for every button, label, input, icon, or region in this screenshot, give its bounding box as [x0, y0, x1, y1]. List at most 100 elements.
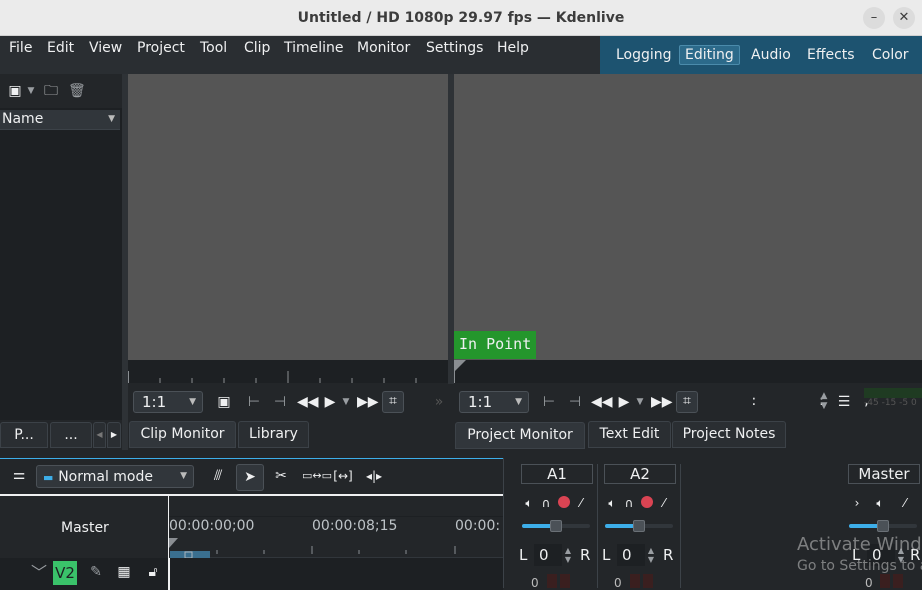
- forward-icon[interactable]: ▶▶: [651, 393, 673, 411]
- edit-mode-combo[interactable]: ▬ Normal mode ▼: [36, 465, 194, 488]
- track-effects-icon[interactable]: ✎: [86, 563, 106, 581]
- collapse-track-icon[interactable]: ﹀: [28, 564, 50, 582]
- play-options-icon[interactable]: ▼: [635, 393, 645, 411]
- solo-headphones-icon[interactable]: ∩: [539, 494, 553, 512]
- overflow-icon[interactable]: »: [433, 393, 445, 411]
- razor-tool-icon[interactable]: ✂: [271, 467, 291, 485]
- effects-wand-icon[interactable]: ⁄: [898, 494, 912, 512]
- track-settings-icon[interactable]: ⚌: [8, 466, 30, 484]
- roll-tool-icon[interactable]: ◂|▸: [364, 467, 384, 485]
- crop-icon[interactable]: ⌗: [676, 391, 698, 413]
- tab-project-notes[interactable]: Project Notes: [672, 421, 786, 448]
- channel-name: A1: [521, 464, 593, 484]
- slip-tool-icon[interactable]: ▭↔▭: [302, 467, 332, 485]
- timecode-spinner-icon[interactable]: ▲ ▼: [818, 391, 830, 411]
- close-icon: ✕: [898, 10, 910, 25]
- clip-monitor-tabs: Clip Monitor Library: [128, 420, 448, 450]
- crop-icon[interactable]: ⌗: [382, 391, 404, 413]
- tab-scroll-left[interactable]: ◀: [93, 422, 106, 448]
- tab-project-monitor[interactable]: Project Monitor: [455, 422, 585, 449]
- solo-headphones-icon[interactable]: ∩: [622, 494, 636, 512]
- set-out-point-icon[interactable]: ⊣: [271, 393, 289, 411]
- menu-settings[interactable]: Settings: [426, 40, 483, 56]
- channel-name: A2: [604, 464, 676, 484]
- project-zoom-combo[interactable]: 1:1 ▼: [459, 391, 529, 413]
- project-zoom-value: 1:1: [468, 393, 493, 411]
- play-icon[interactable]: ▶: [322, 393, 338, 411]
- record-icon[interactable]: [558, 496, 570, 508]
- menu-tool[interactable]: Tool: [200, 40, 227, 56]
- clip-monitor-ruler[interactable]: [128, 360, 448, 383]
- pan-spinbox[interactable]: 0: [534, 544, 562, 566]
- menu-file[interactable]: File: [9, 40, 32, 56]
- layout-logging[interactable]: Logging: [611, 46, 677, 66]
- menu-edit[interactable]: Edit: [47, 40, 74, 56]
- layout-audio[interactable]: Audio: [746, 46, 796, 66]
- layout-color[interactable]: Color: [867, 46, 914, 66]
- pan-spinner-icon[interactable]: ▲ ▼: [646, 546, 656, 564]
- pan-spinbox[interactable]: 0: [617, 544, 645, 566]
- vu-meter-left: [630, 574, 640, 588]
- project-monitor-view[interactable]: [454, 74, 922, 360]
- timeline-ruler[interactable]: 00:00:00;00 00:00:08;15 00:00:: [168, 496, 503, 558]
- ripple-tool-icon[interactable]: [↔]: [333, 467, 353, 485]
- menu-timeline[interactable]: Timeline: [284, 40, 344, 56]
- spacer-tool-icon[interactable]: ⫻: [208, 467, 228, 485]
- expand-icon[interactable]: ›: [851, 494, 863, 512]
- mute-icon[interactable]: 🔈︎: [605, 494, 619, 512]
- clip-mode-icon[interactable]: ▣: [215, 393, 233, 411]
- record-icon[interactable]: [641, 496, 653, 508]
- menu-monitor[interactable]: Monitor: [357, 40, 410, 56]
- video-toggle-icon[interactable]: ▦: [114, 563, 134, 581]
- layout-editing[interactable]: Editing: [679, 45, 740, 65]
- project-monitor-ruler[interactable]: [454, 360, 922, 383]
- master-track-label: Master: [61, 520, 109, 536]
- set-in-point-icon[interactable]: ⊢: [245, 393, 263, 411]
- monitor-menu-icon[interactable]: ☰: [835, 393, 853, 411]
- tab-other[interactable]: ...: [50, 422, 92, 448]
- vu-meter-right: [643, 574, 653, 588]
- volume-handle[interactable]: [877, 520, 889, 532]
- pan-spinner-icon[interactable]: ▲ ▼: [563, 546, 573, 564]
- minimize-button[interactable]: –: [863, 7, 885, 29]
- project-monitor-tabs: Project Monitor Text Edit Project Notes: [454, 420, 922, 450]
- effects-wand-icon[interactable]: ⁄: [574, 494, 588, 512]
- rewind-icon[interactable]: ◀◀: [297, 393, 319, 411]
- effects-wand-icon[interactable]: ⁄: [657, 494, 671, 512]
- add-clip-icon[interactable]: ▣: [7, 82, 23, 100]
- tab-text-edit[interactable]: Text Edit: [588, 421, 671, 448]
- clip-zoom-combo[interactable]: 1:1 ▼: [133, 391, 203, 413]
- playhead-line[interactable]: [168, 558, 170, 590]
- trash-icon[interactable]: 🗑: [68, 82, 86, 100]
- menu-clip[interactable]: Clip: [244, 40, 270, 56]
- rewind-icon[interactable]: ◀◀: [591, 393, 613, 411]
- new-folder-icon[interactable]: 🗀: [43, 82, 59, 100]
- play-options-icon[interactable]: ▼: [341, 393, 351, 411]
- close-button[interactable]: ✕: [893, 7, 915, 29]
- tab-scroll-right[interactable]: ▶: [107, 422, 121, 448]
- bin-column-header[interactable]: Name ▼: [0, 110, 120, 130]
- menu-project[interactable]: Project: [137, 40, 185, 56]
- volume-handle[interactable]: [550, 520, 562, 532]
- clip-monitor-view[interactable]: [128, 74, 448, 360]
- chevron-down-icon[interactable]: ▼: [25, 82, 37, 100]
- menu-help[interactable]: Help: [497, 40, 529, 56]
- lock-icon[interactable]: 🔓︎: [143, 563, 163, 581]
- mute-icon[interactable]: 🔈︎: [522, 494, 536, 512]
- tab-project-bin[interactable]: P...: [0, 422, 48, 448]
- layout-effects[interactable]: Effects: [802, 46, 860, 66]
- menu-view[interactable]: View: [89, 40, 122, 56]
- volume-handle[interactable]: [633, 520, 645, 532]
- mute-icon[interactable]: 🔈︎: [873, 494, 887, 512]
- set-in-point-icon[interactable]: ⊢: [540, 393, 558, 411]
- play-icon[interactable]: ▶: [616, 393, 632, 411]
- forward-icon[interactable]: ▶▶: [357, 393, 379, 411]
- select-tool-icon[interactable]: ➤: [236, 464, 264, 491]
- tab-library[interactable]: Library: [238, 421, 309, 448]
- track-name-badge[interactable]: V2: [53, 561, 77, 585]
- track-v2[interactable]: ﹀ V2 ✎ ▦ 🔓︎: [0, 558, 503, 590]
- playhead-marker[interactable]: [454, 360, 474, 383]
- tab-clip-monitor[interactable]: Clip Monitor: [129, 421, 236, 448]
- set-out-point-icon[interactable]: ⊣: [566, 393, 584, 411]
- edit-mode-value: Normal mode: [58, 469, 153, 485]
